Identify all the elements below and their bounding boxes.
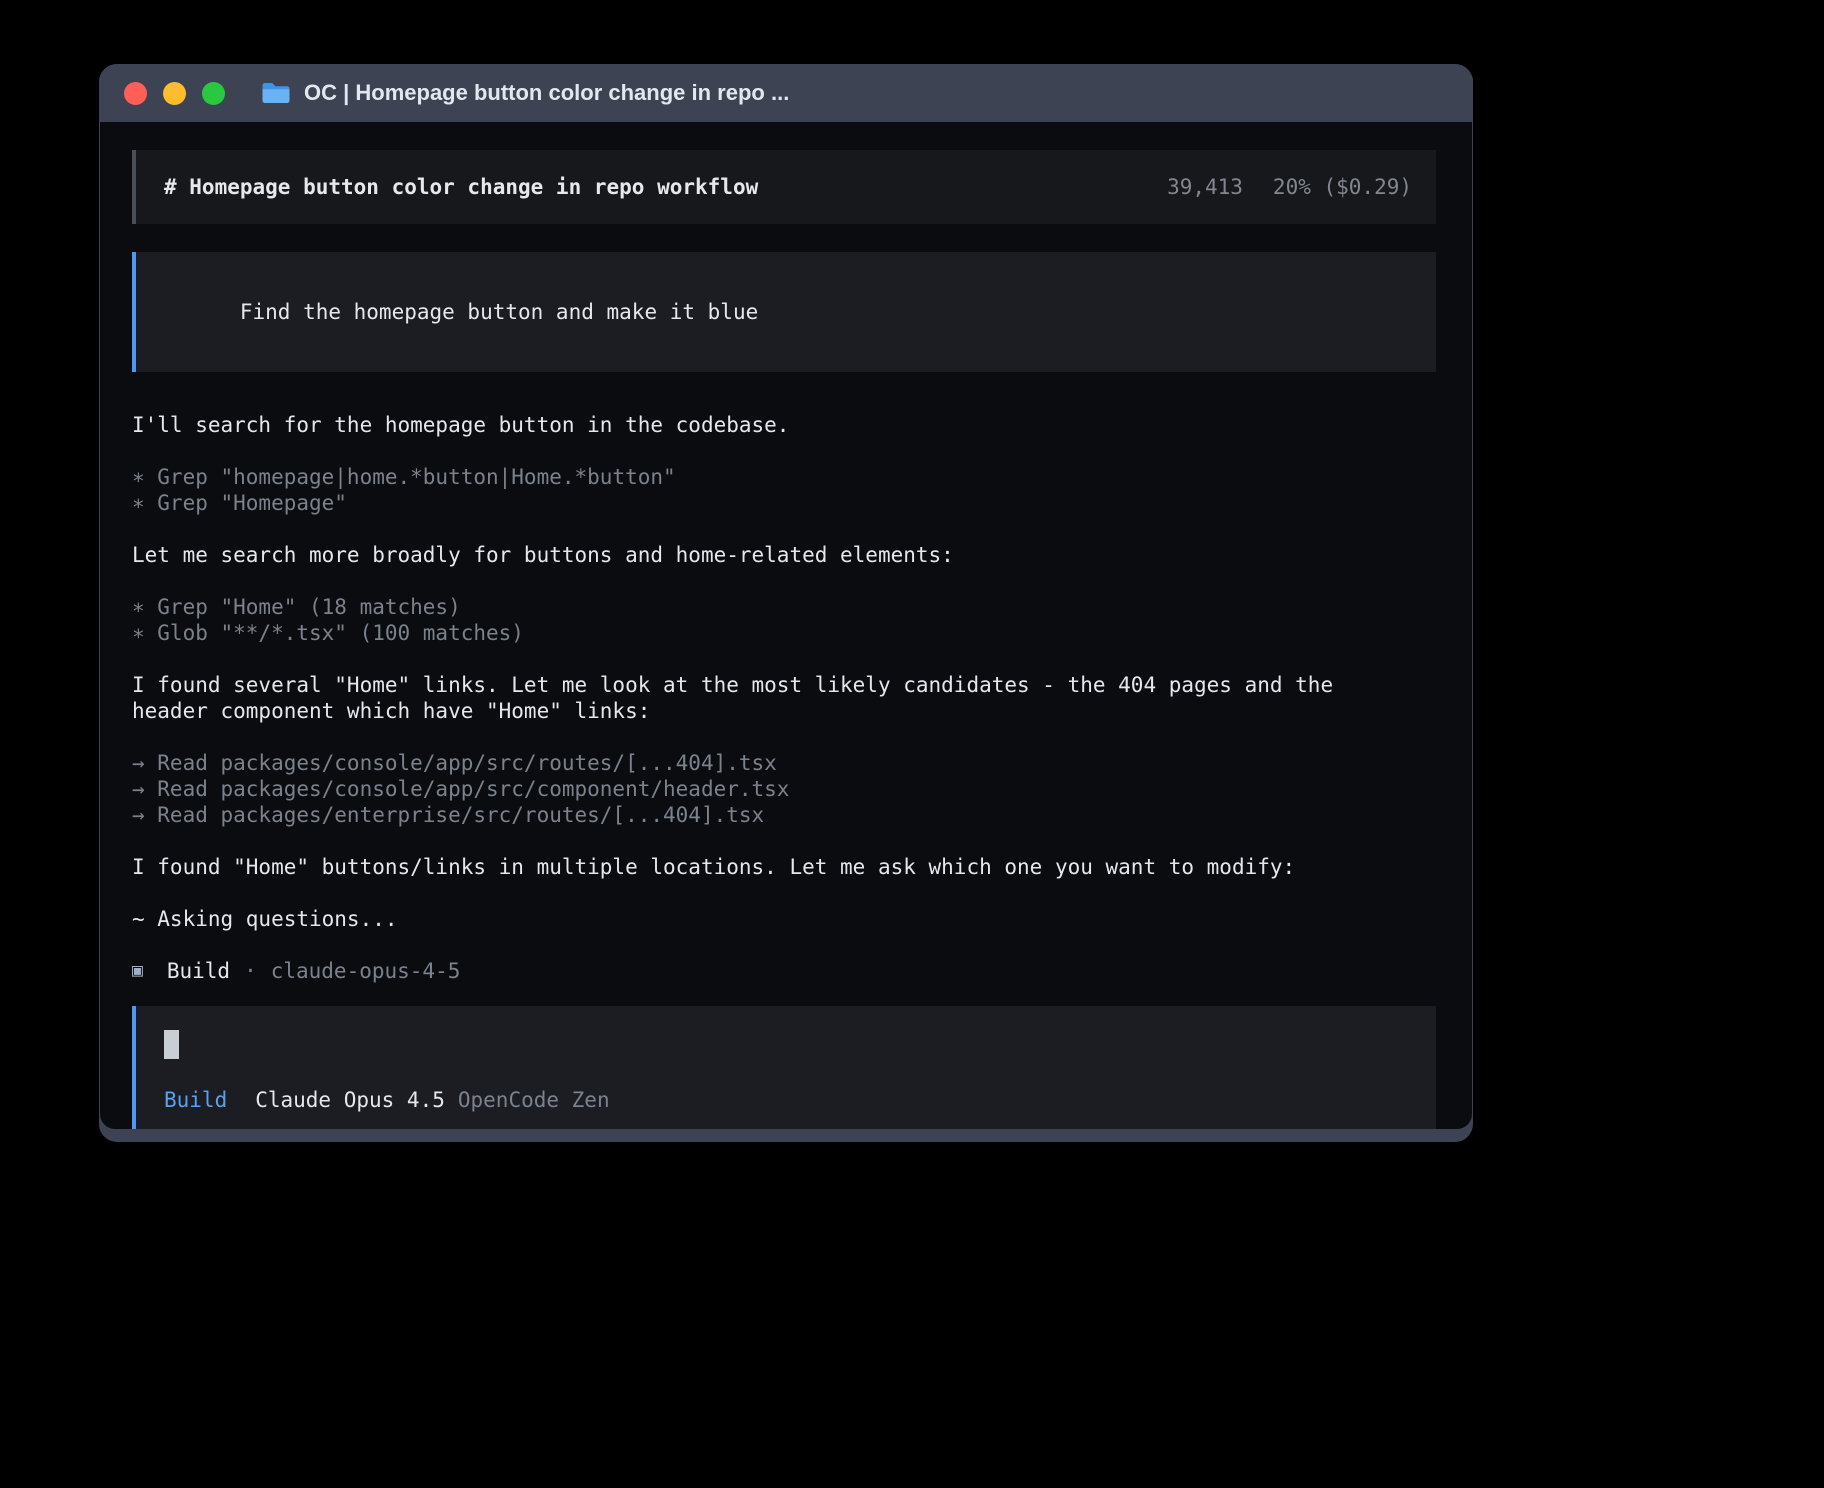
assistant-text-found: I found several "Home" links. Let me loo…	[132, 672, 1436, 724]
tool-call-grep-1: ∗ Grep "homepage|home.*button|Home.*butt…	[132, 464, 1436, 490]
assistant-text-found-line-2: header component which have "Home" links…	[132, 698, 1436, 724]
tool-call-group-search: ∗ Grep "Home" (18 matches) ∗ Glob "**/*.…	[132, 594, 1436, 646]
tool-call-grep-home: ∗ Grep "Home" (18 matches)	[132, 594, 1436, 620]
window-controls	[124, 82, 225, 105]
terminal-window: OC | Homepage button color change in rep…	[99, 64, 1473, 1142]
agent-model: claude-opus-4-5	[271, 958, 461, 984]
model-name[interactable]: Claude Opus 4.5	[255, 1087, 445, 1113]
agent-mode-label[interactable]: Build	[164, 1087, 227, 1113]
zoom-window-button[interactable]	[202, 82, 225, 105]
session-stats: 39,413 20% ($0.29)	[1167, 175, 1412, 199]
agent-separator: ·	[244, 958, 257, 984]
text-cursor	[164, 1030, 179, 1059]
input-footer: Build Claude Opus 4.5 OpenCode Zen	[164, 1087, 1412, 1113]
tool-call-glob-tsx: ∗ Glob "**/*.tsx" (100 matches)	[132, 620, 1436, 646]
desktop: { "colors": { "accent_blue": "#5097f5", …	[0, 0, 1824, 1488]
tool-call-group-read: → Read packages/console/app/src/routes/[…	[132, 750, 1436, 828]
tool-call-group-grep: ∗ Grep "homepage|home.*button|Home.*butt…	[132, 464, 1436, 516]
agent-name: Build	[167, 958, 230, 984]
context-usage: 20% ($0.29)	[1273, 175, 1412, 199]
assistant-text-ask: I found "Home" buttons/links in multiple…	[132, 854, 1436, 880]
tool-call-read-2: → Read packages/console/app/src/componen…	[132, 776, 1436, 802]
titlebar[interactable]: OC | Homepage button color change in rep…	[99, 64, 1473, 122]
user-message-text: Find the homepage button and make it blu…	[240, 300, 758, 324]
assistant-text-broaden: Let me search more broadly for buttons a…	[132, 542, 1436, 568]
model-provider: OpenCode Zen	[458, 1087, 610, 1113]
folder-icon	[261, 81, 291, 105]
window-title: OC | Homepage button color change in rep…	[304, 80, 789, 106]
session-title: # Homepage button color change in repo w…	[164, 175, 758, 199]
user-message: Find the homepage button and make it blu…	[132, 252, 1436, 372]
tool-call-read-3: → Read packages/enterprise/src/routes/[.…	[132, 802, 1436, 828]
minimize-window-button[interactable]	[163, 82, 186, 105]
assistant-text-found-line-1: I found several "Home" links. Let me loo…	[132, 672, 1436, 698]
token-count: 39,413	[1167, 175, 1243, 199]
window-title-group: OC | Homepage button color change in rep…	[261, 80, 789, 106]
tool-call-grep-2: ∗ Grep "Homepage"	[132, 490, 1436, 516]
terminal-content: # Homepage button color change in repo w…	[100, 122, 1472, 1129]
tool-call-read-1: → Read packages/console/app/src/routes/[…	[132, 750, 1436, 776]
assistant-text-intro: I'll search for the homepage button in t…	[132, 412, 1436, 438]
prompt-input[interactable]: Build Claude Opus 4.5 OpenCode Zen	[132, 1006, 1436, 1129]
close-window-button[interactable]	[124, 82, 147, 105]
session-header: # Homepage button color change in repo w…	[132, 150, 1436, 224]
agent-square-icon: ▣	[132, 958, 143, 984]
assistant-status-asking: ~ Asking questions...	[132, 906, 1436, 932]
agent-status-row: ▣ Build · claude-opus-4-5	[132, 958, 1436, 984]
